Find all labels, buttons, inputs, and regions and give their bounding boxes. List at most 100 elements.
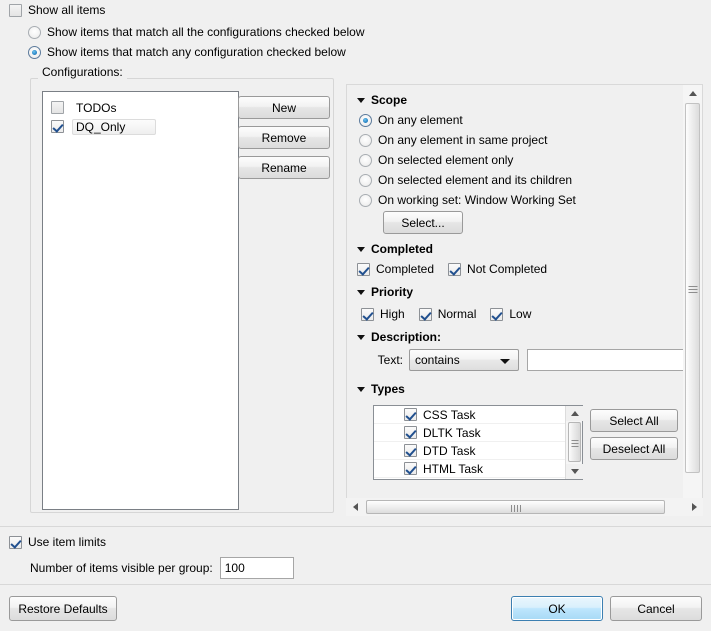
description-operator-select[interactable]: contains	[409, 349, 519, 371]
types-title: Types	[371, 382, 405, 396]
scope-option-label: On working set: Window Working Set	[378, 193, 576, 207]
chevron-down-icon	[357, 290, 365, 295]
priority-low-label: Low	[509, 307, 531, 321]
priority-normal-label: Normal	[438, 307, 477, 321]
scope-option-label: On selected element and its children	[378, 173, 572, 187]
types-section-header[interactable]: Types	[357, 382, 405, 396]
checkbox-glyph[interactable]	[404, 426, 417, 439]
show-all-items-checkbox[interactable]: Show all items	[9, 3, 105, 17]
show-all-items-label: Show all items	[28, 3, 105, 17]
items-per-group-input[interactable]	[220, 557, 294, 579]
checkbox-glyph[interactable]	[404, 444, 417, 457]
radio-match-any-label: Show items that match any configuration …	[47, 45, 346, 59]
radio-glyph	[359, 154, 372, 167]
not-completed-label: Not Completed	[467, 262, 547, 276]
checkbox-glyph[interactable]	[404, 408, 417, 421]
checkbox-priority-high[interactable]	[361, 308, 374, 321]
chevron-down-icon	[357, 98, 365, 103]
radio-glyph	[28, 26, 41, 39]
use-item-limits-checkbox[interactable]: Use item limits	[9, 535, 106, 549]
ok-button[interactable]: OK	[511, 596, 603, 621]
description-title: Description:	[371, 330, 441, 344]
separator	[0, 526, 711, 527]
use-item-limits-label: Use item limits	[28, 535, 106, 549]
scrollbar-thumb[interactable]	[685, 103, 700, 473]
scope-option-label: On any element in same project	[378, 133, 547, 147]
select-working-set-button[interactable]: Select...	[383, 211, 463, 234]
list-item[interactable]: DQ_Only	[43, 117, 238, 136]
configuration-name: TODOs	[72, 100, 146, 116]
radio-glyph	[359, 134, 372, 147]
list-item[interactable]: TODOs	[43, 98, 238, 117]
select-all-button[interactable]: Select All	[590, 409, 678, 432]
types-list[interactable]: CSS Task DLTK Task DTD Task HTML Task	[373, 405, 583, 480]
scrollbar-thumb[interactable]	[366, 500, 665, 514]
radio-on-selected-element-only[interactable]: On selected element only	[359, 153, 513, 167]
scroll-up-icon[interactable]	[566, 406, 583, 421]
scope-section-header[interactable]: Scope	[357, 93, 407, 107]
list-item[interactable]: DLTK Task	[374, 424, 582, 442]
radio-on-any-element-same-project[interactable]: On any element in same project	[359, 133, 547, 147]
checkbox-completed[interactable]	[357, 263, 370, 276]
radio-glyph-selected	[28, 46, 41, 59]
checkbox-not-completed[interactable]	[448, 263, 461, 276]
chevron-down-icon	[357, 387, 365, 392]
panel-vertical-scrollbar[interactable]	[683, 85, 702, 513]
checkbox-glyph[interactable]	[51, 120, 64, 133]
checkbox-priority-normal[interactable]	[419, 308, 432, 321]
description-text-input[interactable]	[527, 349, 687, 371]
description-operator-value: contains	[415, 353, 460, 367]
scrollbar-thumb[interactable]	[568, 422, 581, 462]
configuration-name: DQ_Only	[72, 119, 156, 135]
radio-match-any-configuration[interactable]: Show items that match any configuration …	[28, 45, 346, 59]
deselect-all-button[interactable]: Deselect All	[590, 437, 678, 460]
items-per-group-label: Number of items visible per group:	[30, 561, 213, 575]
type-label: DTD Task	[423, 444, 475, 458]
configurations-list[interactable]: TODOs DQ_Only	[42, 91, 239, 510]
type-label: HTML Task	[423, 462, 483, 476]
scroll-right-icon[interactable]	[685, 498, 703, 516]
type-label: CSS Task	[423, 408, 475, 422]
priority-section-header[interactable]: Priority	[357, 285, 413, 299]
radio-on-any-element[interactable]: On any element	[359, 113, 463, 127]
scroll-left-icon[interactable]	[346, 498, 364, 516]
radio-glyph	[359, 194, 372, 207]
filter-settings-panel: Scope On any element On any element in s…	[346, 84, 703, 514]
radio-on-selected-element-and-children[interactable]: On selected element and its children	[359, 173, 572, 187]
completed-section-header[interactable]: Completed	[357, 242, 433, 256]
list-item[interactable]: DTD Task	[374, 442, 582, 460]
completed-label: Completed	[376, 262, 434, 276]
types-list-scrollbar[interactable]	[565, 406, 582, 479]
filter-settings-content: Scope On any element On any element in s…	[347, 85, 681, 513]
scroll-down-icon[interactable]	[566, 464, 583, 479]
checkbox-glyph[interactable]	[51, 101, 64, 114]
restore-defaults-button[interactable]: Restore Defaults	[9, 596, 117, 621]
radio-glyph	[359, 174, 372, 187]
chevron-down-icon	[500, 359, 510, 364]
description-section-header[interactable]: Description:	[357, 330, 441, 344]
new-button[interactable]: New	[238, 96, 330, 119]
cancel-button[interactable]: Cancel	[610, 596, 702, 621]
separator	[0, 584, 711, 585]
list-item[interactable]: HTML Task	[374, 460, 582, 478]
list-item[interactable]: CSS Task	[374, 406, 582, 424]
chevron-down-icon	[357, 335, 365, 340]
type-label: DLTK Task	[423, 426, 481, 440]
description-row: Text: contains	[361, 349, 687, 371]
completed-title: Completed	[371, 242, 433, 256]
scope-option-label: On selected element only	[378, 153, 513, 167]
scope-option-label: On any element	[378, 113, 463, 127]
panel-horizontal-scrollbar[interactable]	[346, 498, 703, 516]
configurations-group-label: Configurations:	[38, 65, 127, 79]
checkbox-glyph[interactable]	[404, 462, 417, 475]
radio-on-working-set[interactable]: On working set: Window Working Set	[359, 193, 576, 207]
radio-match-all-configurations[interactable]: Show items that match all the configurat…	[28, 25, 365, 39]
priority-high-label: High	[380, 307, 405, 321]
remove-button[interactable]: Remove	[238, 126, 330, 149]
scope-title: Scope	[371, 93, 407, 107]
rename-button[interactable]: Rename	[238, 156, 330, 179]
scroll-up-icon[interactable]	[683, 85, 702, 102]
checkbox-priority-low[interactable]	[490, 308, 503, 321]
items-per-group-row: Number of items visible per group:	[30, 557, 294, 579]
chevron-down-icon	[357, 247, 365, 252]
